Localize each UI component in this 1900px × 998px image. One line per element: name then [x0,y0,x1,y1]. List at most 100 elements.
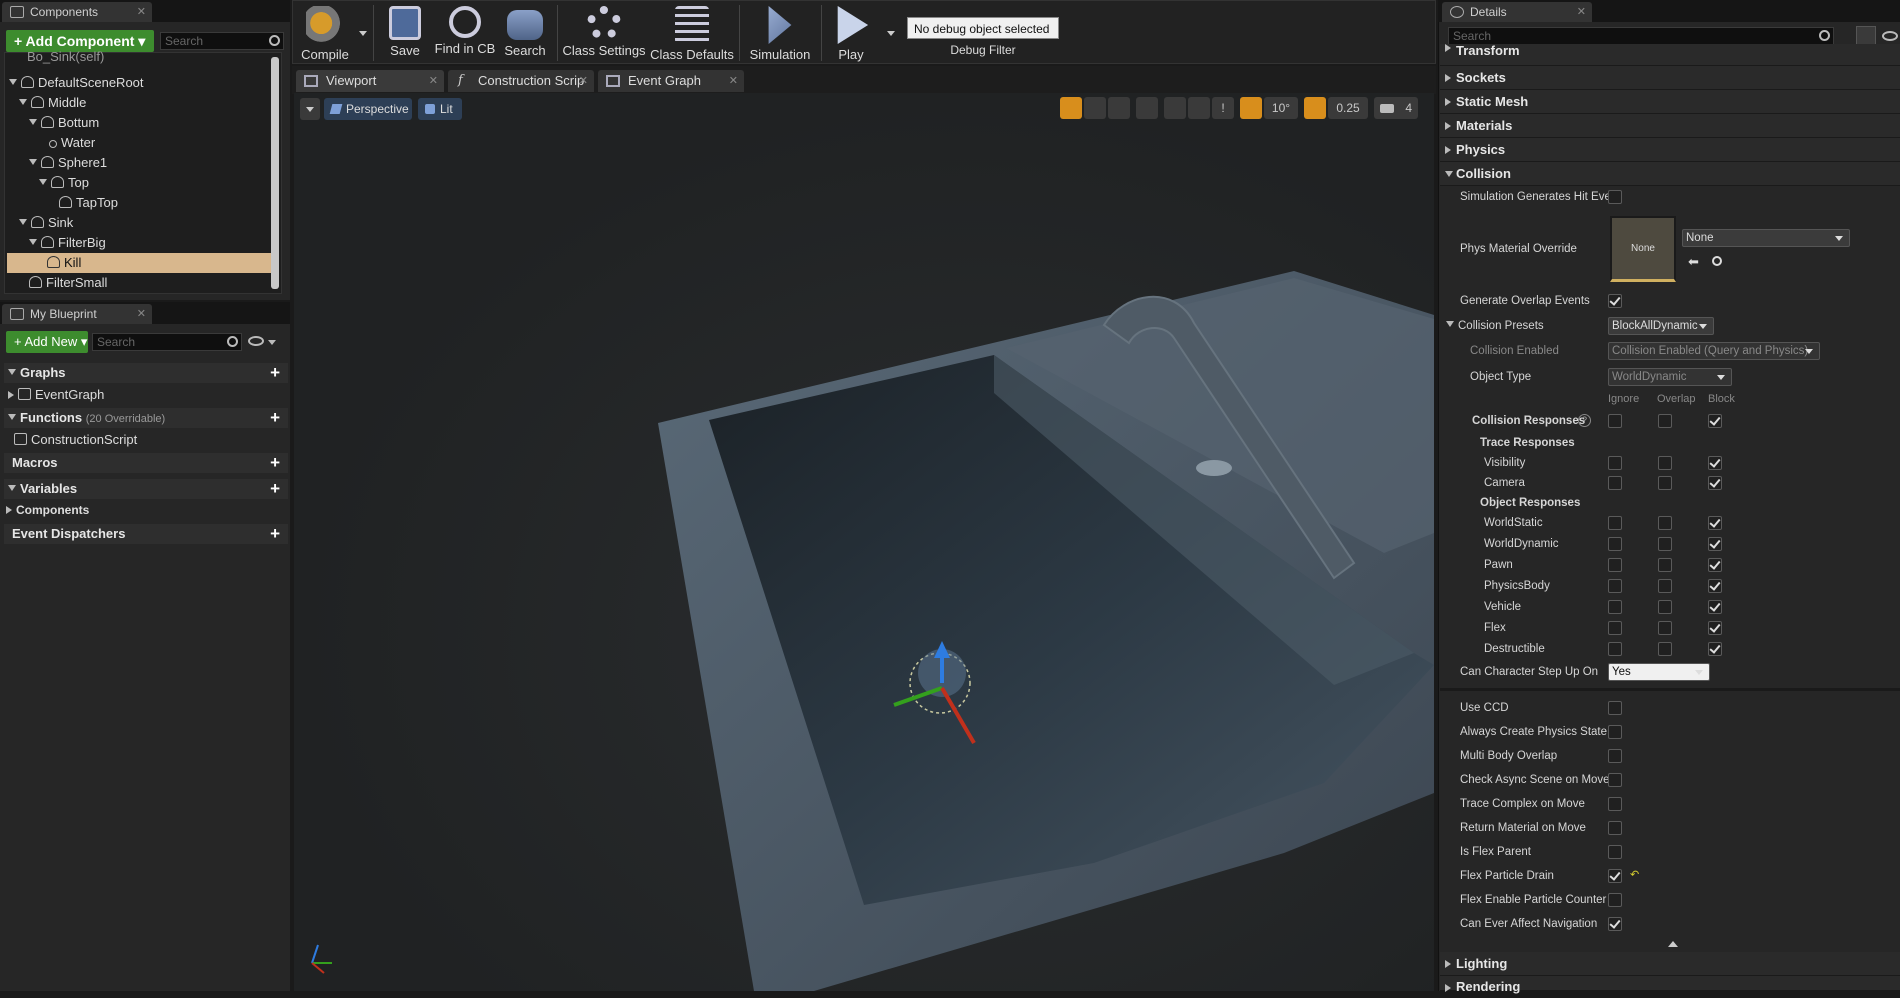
sim-hit-checkbox[interactable] [1608,190,1622,204]
close-icon[interactable]: ✕ [729,70,738,92]
expand-icon[interactable] [29,239,37,245]
collapse-advanced-icon[interactable] [1668,941,1678,947]
save-button[interactable]: Save [377,4,433,62]
chevron-down-icon[interactable] [268,340,276,345]
vehicle-ignore-checkbox[interactable] [1608,600,1622,614]
camera-ignore-checkbox[interactable] [1608,476,1622,490]
all-block-checkbox[interactable] [1708,414,1722,428]
transform-section[interactable]: Transform [1440,44,1900,66]
multi-body-overlap-checkbox[interactable] [1608,749,1622,763]
lighting-section[interactable]: Lighting [1440,952,1900,976]
camera-overlap-checkbox[interactable] [1658,476,1672,490]
add-graph-button[interactable]: + [270,364,280,382]
physicsbody-block-checkbox[interactable] [1708,579,1722,593]
eye-icon[interactable] [1882,31,1898,41]
class-settings-button[interactable]: Class Settings [561,4,647,62]
viewport-options-button[interactable] [300,98,320,120]
expand-icon[interactable] [39,179,47,185]
all-ignore-checkbox[interactable] [1608,414,1622,428]
search-button[interactable]: Search [497,4,553,62]
find-in-cb-button[interactable]: Find in CB [433,4,497,62]
pawn-block-checkbox[interactable] [1708,558,1722,572]
add-dispatcher-button[interactable]: + [270,525,280,543]
grid-size-button[interactable]: ! [1212,97,1234,119]
expand-icon[interactable] [19,99,27,105]
destructible-ignore-checkbox[interactable] [1608,642,1622,656]
tree-item-filtersmall[interactable]: FilterSmall [29,273,107,293]
overlap-events-checkbox[interactable] [1608,294,1622,308]
physicsbody-overlap-checkbox[interactable] [1658,579,1672,593]
use-ccd-checkbox[interactable] [1608,701,1622,715]
expand-icon[interactable] [8,369,16,375]
visibility-overlap-checkbox[interactable] [1658,456,1672,470]
surface-snap-icon[interactable] [1164,97,1186,119]
rotate-icon[interactable] [1084,97,1106,119]
macros-category[interactable]: Macros + [4,453,288,473]
eventgraph-item[interactable]: EventGraph [8,385,104,405]
flex-block-checkbox[interactable] [1708,621,1722,635]
functions-category[interactable]: Functions (20 Overridable) + [4,408,288,428]
help-icon[interactable]: ? [1578,414,1591,427]
close-icon[interactable]: ✕ [579,70,588,92]
phys-material-thumbnail[interactable]: None [1610,216,1676,282]
destructible-overlap-checkbox[interactable] [1658,642,1672,656]
browse-search-icon[interactable] [1712,256,1722,266]
destructible-block-checkbox[interactable] [1708,642,1722,656]
components-search-input[interactable]: Search [160,32,284,50]
tree-item-taptop[interactable]: TapTop [59,193,118,213]
static-mesh-section[interactable]: Static Mesh [1440,90,1900,114]
all-overlap-checkbox[interactable] [1658,414,1672,428]
compile-button[interactable]: Compile [297,4,353,62]
materials-section[interactable]: Materials [1440,114,1900,138]
details-tab[interactable]: Details ✕ [1442,2,1592,22]
scale-snap-value[interactable]: 0.25 [1328,97,1368,119]
return-material-checkbox[interactable] [1608,821,1622,835]
scale-snap-icon[interactable] [1304,97,1326,119]
reset-to-default-icon[interactable]: ↶ [1630,868,1639,881]
close-icon[interactable]: ✕ [137,304,146,324]
is-flex-parent-checkbox[interactable] [1608,845,1622,859]
tree-scrollbar[interactable] [271,57,279,289]
trace-complex-checkbox[interactable] [1608,797,1622,811]
graphs-category[interactable]: Graphs + [4,363,288,383]
expand-icon[interactable] [8,391,14,399]
pawn-ignore-checkbox[interactable] [1608,558,1622,572]
camera-block-checkbox[interactable] [1708,476,1722,490]
collision-presets-dropdown[interactable]: BlockAllDynamic [1608,317,1714,335]
expand-icon[interactable] [19,219,27,225]
worldstatic-ignore-checkbox[interactable] [1608,516,1622,530]
constructionscript-item[interactable]: ConstructionScript [14,430,137,450]
visibility-ignore-checkbox[interactable] [1608,456,1622,470]
physics-section[interactable]: Physics [1440,138,1900,162]
play-options-chevron[interactable] [887,31,895,36]
expand-icon[interactable] [8,414,16,420]
use-selected-arrow-icon[interactable]: ⬅ [1688,254,1699,270]
camera-speed-button[interactable]: 4 [1374,97,1418,119]
close-icon[interactable]: ✕ [1577,2,1586,22]
simulation-button[interactable]: Simulation [743,4,817,62]
visibility-block-checkbox[interactable] [1708,456,1722,470]
phys-material-dropdown[interactable]: None [1682,229,1850,247]
step-up-dropdown[interactable]: Yes [1608,663,1710,681]
flex-overlap-checkbox[interactable] [1658,621,1672,635]
property-matrix-button[interactable] [1856,26,1876,46]
compile-options-chevron[interactable] [359,31,367,36]
tree-item-sphere1[interactable]: Sphere1 [29,153,107,173]
expand-icon[interactable] [29,159,37,165]
close-icon[interactable]: ✕ [137,2,146,22]
grid-snap-icon[interactable] [1188,97,1210,119]
expand-icon[interactable] [8,485,16,491]
lit-button[interactable]: Lit [418,98,462,120]
worlddynamic-overlap-checkbox[interactable] [1658,537,1672,551]
scale-icon[interactable] [1108,97,1130,119]
tab-construction-script[interactable]: f Construction Scrip ✕ [448,70,594,92]
play-button[interactable]: Play [825,4,877,62]
check-async-checkbox[interactable] [1608,773,1622,787]
tree-item-defaultsceneroot[interactable]: DefaultSceneRoot [9,73,144,93]
angle-snap-value[interactable]: 10° [1264,97,1298,119]
rendering-section[interactable]: Rendering [1440,976,1900,994]
class-defaults-button[interactable]: Class Defaults [649,4,735,62]
expand-icon[interactable] [1446,321,1454,327]
tree-item-water[interactable]: Water [49,133,95,153]
collision-section[interactable]: Collision [1440,162,1900,186]
